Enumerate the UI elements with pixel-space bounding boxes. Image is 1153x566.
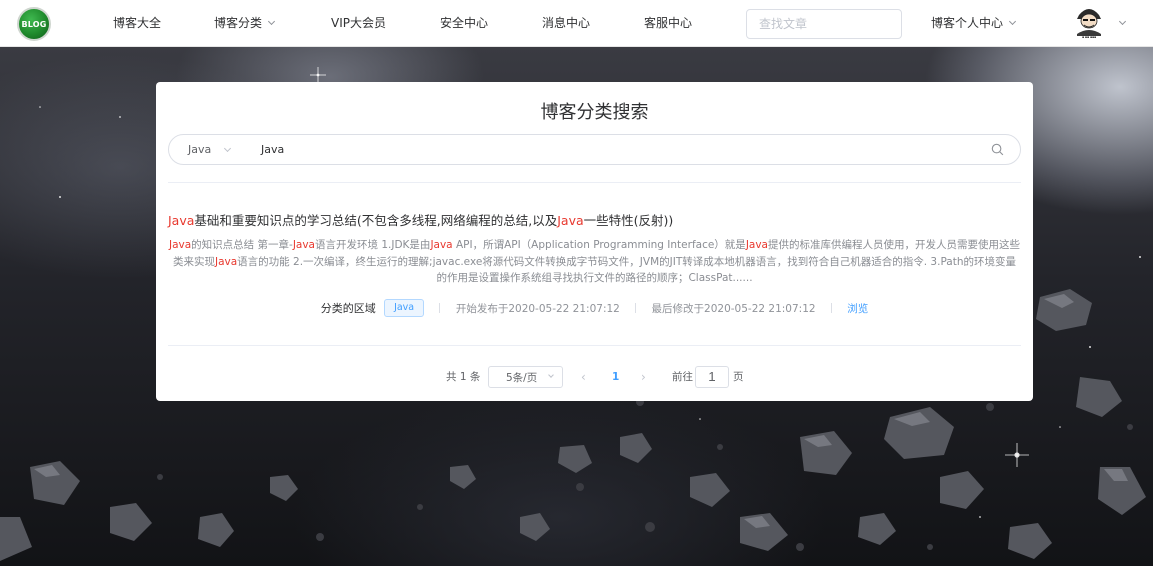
nav-item-label: 博客大全 (113, 16, 162, 30)
title-highlight: Java (168, 213, 195, 228)
nav-item-message-center[interactable]: 消息中心 (542, 0, 590, 46)
summary-text: API，所谓API（Application Programming Interf… (452, 239, 746, 251)
summary-highlight: Java (745, 239, 768, 251)
summary-text: 语言的功能 2.一次编译，终生运行的理解;javac.exe将源代码文件转换成字… (237, 255, 1017, 285)
page-size-select[interactable]: 5条/页 (488, 366, 563, 388)
pagination-total: 共 1 条 (446, 371, 481, 383)
chevron-down-icon (267, 17, 276, 26)
nav-item-blog-collection[interactable]: 博客大全 (113, 0, 161, 46)
nav-item-label: 博客个人中心 (931, 16, 1004, 30)
summary-highlight: Java (292, 239, 315, 251)
category-search-bar: Java Java (168, 134, 1021, 165)
search-icon[interactable] (991, 143, 1004, 156)
chevron-down-icon[interactable] (1118, 17, 1127, 26)
nav-item-blog-category[interactable]: 博客分类 (214, 0, 276, 46)
category-search-card: 博客分类搜索 Java Java Java基础和重要知识点的学习总结(不包含多线… (156, 82, 1033, 401)
logo-text: BLOG (21, 19, 47, 29)
svg-text:▪ ▪▪ ▪▪▪: ▪ ▪▪ ▪▪▪ (1082, 35, 1096, 39)
next-page-icon[interactable]: › (641, 366, 646, 388)
publish-time: 开始发布于2020-05-22 21:07:12 (455, 302, 620, 315)
summary-highlight: Java (168, 239, 192, 251)
post-title-link[interactable]: Java基础和重要知识点的学习总结(不包含多线程,网络编程的总结,以及Java一… (168, 210, 673, 229)
article-search-input[interactable] (747, 10, 901, 38)
title-text: 一些特性(反射)) (583, 213, 674, 228)
divider (168, 182, 1021, 183)
summary-text: 的知识点总结 第一章- (191, 239, 293, 251)
nav-item-label: 博客分类 (214, 16, 263, 30)
meta-separator (830, 303, 832, 313)
nav-item-label: VIP大会员 (331, 16, 386, 30)
pagination: 共 1 条 5条/页 ‹ 1 › 前往 页 (156, 366, 1033, 388)
nav-item-vip[interactable]: VIP大会员 (331, 0, 386, 46)
keyword-input[interactable]: Java (261, 135, 284, 164)
nav-item-label: 消息中心 (542, 16, 591, 30)
category-select[interactable]: Java (188, 135, 232, 164)
article-search-box (746, 9, 902, 39)
category-select-value: Java (188, 143, 212, 156)
page-unit-label: 页 (733, 371, 744, 383)
category-area-label: 分类的区域 (320, 302, 376, 315)
avatar-image: ▪ ▪▪ ▪▪▪ (1071, 3, 1107, 39)
summary-highlight: Java (430, 239, 453, 251)
modify-time: 最后修改于2020-05-22 21:07:12 (651, 302, 816, 315)
post-summary: Java的知识点总结 第一章-Java语言开发环境 1.JDK是由Java AP… (168, 237, 1021, 287)
goto-page-input[interactable] (695, 366, 729, 388)
blog-logo[interactable]: BLOG (17, 7, 51, 41)
category-tag[interactable]: Java (384, 299, 425, 317)
divider (168, 345, 1021, 346)
goto-label: 前往 (672, 371, 693, 383)
title-highlight: Java (557, 213, 584, 228)
page-title: 博客分类搜索 (540, 102, 649, 123)
browse-link[interactable]: 浏览 (847, 301, 868, 316)
nav-item-label: 客服中心 (644, 16, 693, 30)
chevron-down-icon (548, 372, 554, 378)
nav-item-security-center[interactable]: 安全中心 (440, 0, 488, 46)
meta-separator (439, 303, 441, 313)
prev-page-icon[interactable]: ‹ (581, 366, 586, 388)
chevron-down-icon (224, 144, 232, 153)
top-navbar: BLOG 博客大全 博客分类 VIP大会员 安全中心 消息中心 客服中心 博客个… (0, 0, 1153, 47)
nav-item-label: 安全中心 (440, 16, 489, 30)
chevron-down-icon (1008, 17, 1017, 26)
meta-separator (635, 303, 637, 313)
summary-text: 语言开发环境 1.JDK是由 (315, 239, 431, 251)
nav-item-personal-center[interactable]: 博客个人中心 (931, 0, 1017, 46)
page-number-current[interactable]: 1 (612, 366, 619, 388)
summary-highlight: Java (214, 255, 238, 268)
nav-item-customer-service[interactable]: 客服中心 (644, 0, 692, 46)
post-meta: 分类的区域 Java 开始发布于2020-05-22 21:07:12 最后修改… (156, 299, 1033, 319)
title-text: 基础和重要知识点的学习总结(不包含多线程,网络编程的总结,以及 (194, 213, 558, 228)
page-size-value: 5条/页 (506, 372, 538, 384)
user-avatar[interactable]: ▪ ▪▪ ▪▪▪ (1071, 3, 1107, 39)
